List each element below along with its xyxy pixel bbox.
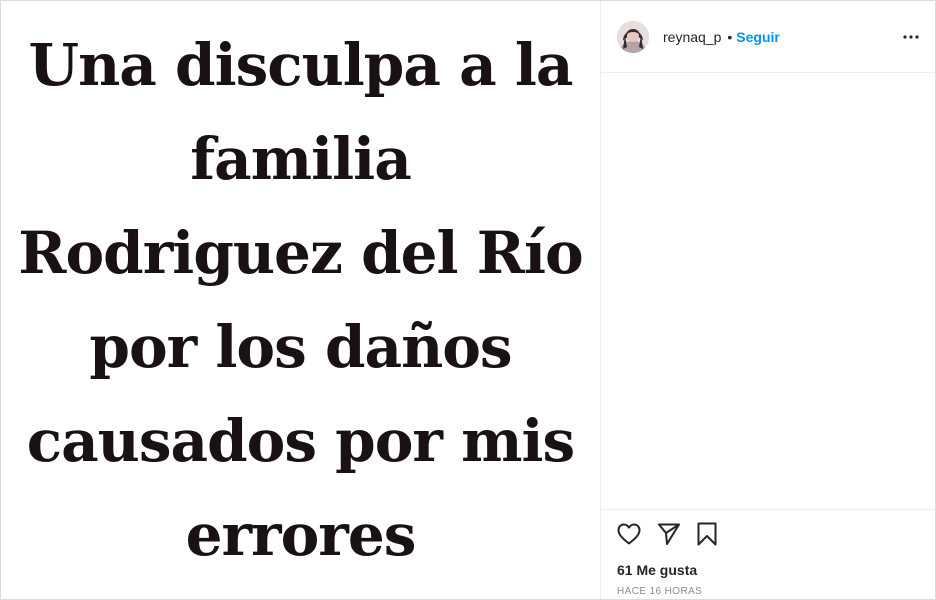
comments-area[interactable] bbox=[601, 73, 935, 509]
separator-dot: • bbox=[727, 28, 733, 45]
avatar[interactable] bbox=[617, 20, 649, 53]
follow-button[interactable]: Seguir bbox=[736, 29, 780, 45]
image-text-line: por los daños bbox=[89, 313, 512, 381]
image-text-line: Rodriguez del Río bbox=[18, 219, 583, 287]
likes-count[interactable]: 61 Me gusta bbox=[617, 562, 919, 578]
post-image-text: Una disculpa a la familia Rodriguez del … bbox=[11, 18, 591, 582]
instagram-post: Una disculpa a la familia Rodriguez del … bbox=[0, 0, 936, 600]
post-timestamp[interactable]: HACE 16 HORAS bbox=[617, 586, 919, 597]
image-text-line: errores bbox=[185, 501, 417, 569]
post-sidebar: reynaq_p • Seguir 61 Me gusta HACE 16 HO… bbox=[601, 1, 935, 599]
image-text-line: Una disculpa a la bbox=[28, 31, 574, 99]
post-image[interactable]: Una disculpa a la familia Rodriguez del … bbox=[1, 1, 601, 599]
post-header: reynaq_p • Seguir bbox=[601, 1, 935, 73]
action-bar bbox=[617, 518, 919, 550]
username-link[interactable]: reynaq_p bbox=[663, 29, 721, 45]
bookmark-icon[interactable] bbox=[697, 522, 717, 546]
image-text-line: causados por mis bbox=[26, 407, 575, 475]
paper-plane-icon[interactable] bbox=[657, 522, 681, 546]
image-text-line: familia bbox=[190, 125, 412, 193]
heart-icon[interactable] bbox=[617, 523, 641, 545]
post-footer: 61 Me gusta HACE 16 HORAS bbox=[601, 509, 935, 599]
ellipsis-icon[interactable] bbox=[903, 28, 919, 45]
